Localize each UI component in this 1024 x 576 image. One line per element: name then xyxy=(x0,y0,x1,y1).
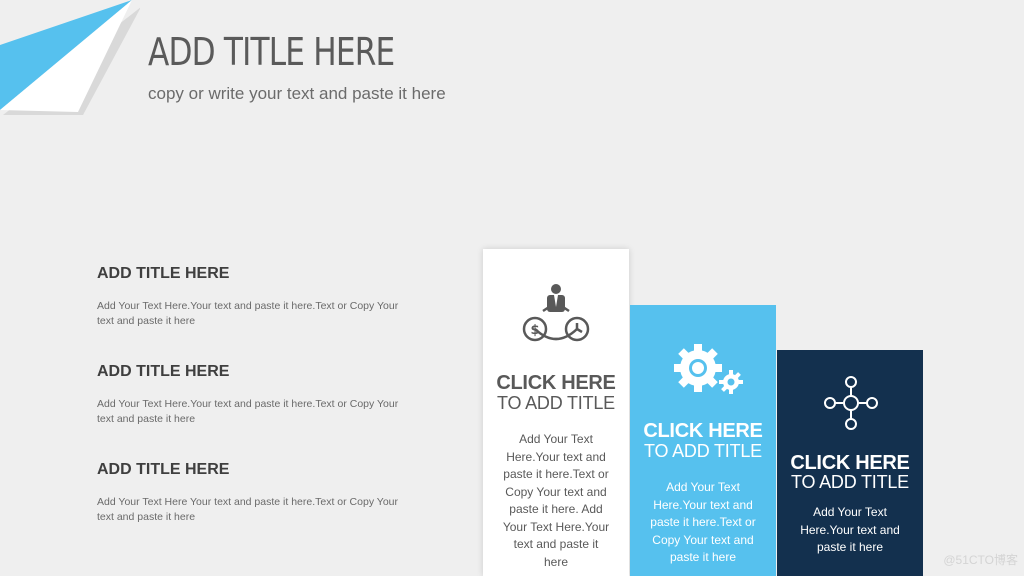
gears-icon xyxy=(674,344,743,394)
card-title-line2: TO ADD TITLE xyxy=(791,472,909,492)
card-body-text: Add Your Text Here.Your text and paste i… xyxy=(502,432,610,569)
watermark: @51CTO博客 xyxy=(943,553,1018,567)
text-block-title: ADD TITLE HERE xyxy=(97,363,230,380)
feature-card-3[interactable]: CLICK HERE TO ADD TITLE Add Your Text He… xyxy=(777,350,923,576)
card-body-text: Add Your Text Here.Your text and paste i… xyxy=(650,480,756,564)
card-title-line1: CLICK HERE xyxy=(496,372,616,394)
card-body-text: Add Your Text Here.Your text and paste i… xyxy=(800,505,900,554)
card-title-line2: TO ADD TITLE xyxy=(644,441,762,461)
text-block-title: ADD TITLE HERE xyxy=(97,265,230,282)
text-block-body: Add Your Text Here Your text and paste i… xyxy=(97,496,399,523)
businessman-money-clock-icon: $ xyxy=(522,284,590,342)
text-block-2: ADD TITLE HERE Add Your Text Here.Your t… xyxy=(97,363,417,427)
card-title-line2: TO ADD TITLE xyxy=(497,393,615,413)
folded-corner-decoration xyxy=(0,0,140,115)
network-nodes-icon xyxy=(824,376,878,430)
feature-card-2[interactable]: CLICK HERE TO ADD TITLE Add Your Text He… xyxy=(630,305,776,576)
page-title: ADD TITLE HERE xyxy=(148,30,395,74)
feature-card-1[interactable]: $ CLICK HERE TO ADD TITLE Add Your Text … xyxy=(483,249,629,576)
text-block-3: ADD TITLE HERE Add Your Text Here Your t… xyxy=(97,461,417,525)
svg-text:$: $ xyxy=(530,323,539,338)
text-block-title: ADD TITLE HERE xyxy=(97,461,230,478)
text-block-body: Add Your Text Here.Your text and paste i… xyxy=(97,300,399,327)
card-title-line1: CLICK HERE xyxy=(790,452,910,474)
card-title-line1: CLICK HERE xyxy=(643,420,763,442)
text-block-1: ADD TITLE HERE Add Your Text Here.Your t… xyxy=(97,265,417,329)
text-block-body: Add Your Text Here.Your text and paste i… xyxy=(97,398,399,425)
page-subtitle: copy or write your text and paste it her… xyxy=(148,84,446,103)
